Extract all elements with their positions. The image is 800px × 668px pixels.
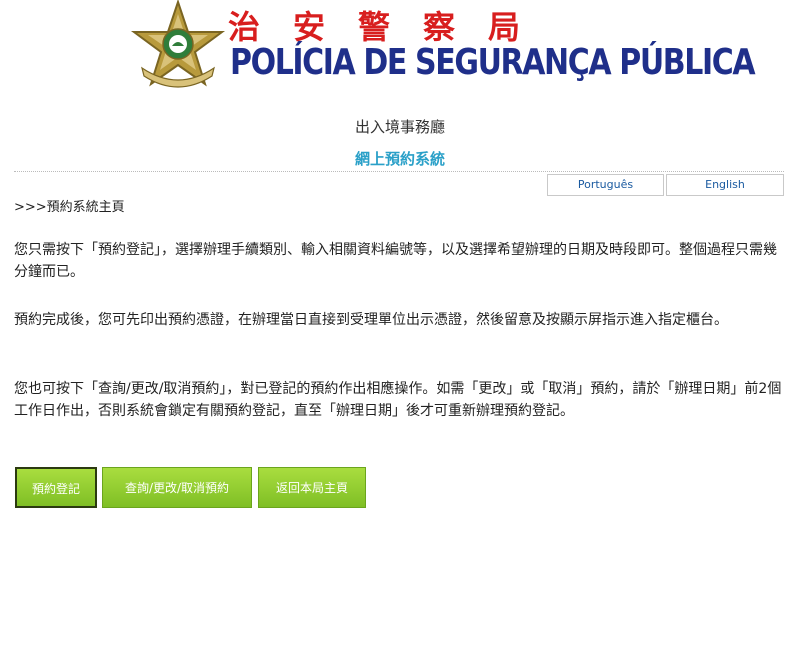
divider [14,171,784,172]
system-title: 網上預約系統 [354,150,445,168]
modify-cancel-paragraph: 您也可按下「查詢/更改/取消預約」，對已登記的預約作出相應操作。如需「更改」或「… [14,381,782,419]
query-modify-cancel-button[interactable]: 查詢/更改/取消預約 [102,467,252,508]
language-english-button[interactable]: English [666,174,784,196]
intro-paragraph: 您只需按下「預約登記」，選擇辦理手續類別、輸入相關資料編號等，以及選擇希望辦理的… [14,242,777,280]
page-header: 治安警察局 POLÍCIA DE SEGURANÇA PÚBLICA [128,0,756,90]
psp-star-emblem-icon [130,0,226,88]
return-home-button[interactable]: 返回本局主頁 [258,467,366,508]
breadcrumb: >>>預約系統主頁 [14,200,125,215]
book-appointment-button[interactable]: 預約登記 [15,467,97,508]
language-portuguese-button[interactable]: Português [547,174,664,196]
department-name: 出入境事務廳 [354,118,445,136]
header-title-portuguese: POLÍCIA DE SEGURANÇA PÚBLICA [230,42,756,84]
print-voucher-paragraph: 預約完成後，您可先印出預約憑證，在辦理當日直接到受理單位出示憑證，然後留意及按顯… [14,312,728,328]
